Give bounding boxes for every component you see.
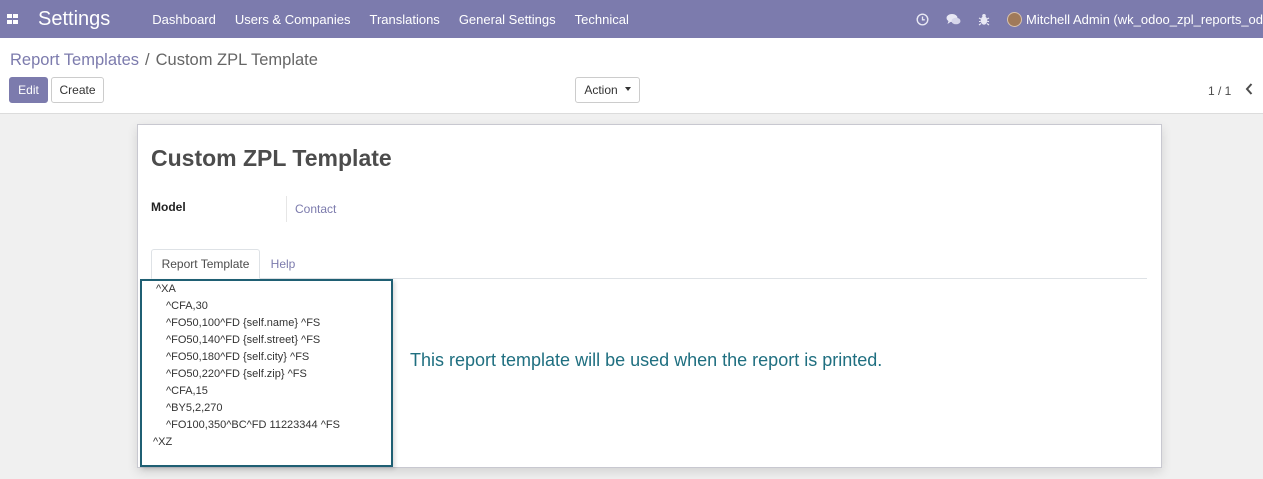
main-menu: Dashboard Users & Companies Translations… xyxy=(152,12,648,27)
model-label: Model xyxy=(151,200,186,214)
chat-icon[interactable] xyxy=(945,11,961,27)
systray: Mitchell Admin (wk_odoo_zpl_reports_odoo… xyxy=(914,0,1263,38)
clock-icon[interactable] xyxy=(914,11,930,27)
report-template-code[interactable]: ^XA ^CFA,30 ^FO50,100^FD {self.name} ^FS… xyxy=(140,279,393,467)
breadcrumb-parent[interactable]: Report Templates xyxy=(10,51,139,69)
form-sheet: Custom ZPL Template Model Contact Report… xyxy=(137,124,1162,468)
caret-down-icon xyxy=(624,87,631,91)
tab-report-template[interactable]: Report Template xyxy=(151,249,260,279)
code-line: ^FO50,140^FD {self.street} ^FS xyxy=(166,334,321,346)
bug-icon[interactable] xyxy=(976,11,992,27)
chevron-left-icon[interactable] xyxy=(1243,82,1255,96)
model-value-link[interactable]: Contact xyxy=(286,196,336,222)
action-label: Action xyxy=(584,83,618,97)
edit-button[interactable]: Edit xyxy=(9,77,48,103)
code-line: ^FO50,220^FD {self.zip} ^FS xyxy=(166,368,307,380)
avatar xyxy=(1007,11,1022,27)
menu-item-users-companies[interactable]: Users & Companies xyxy=(235,12,351,27)
code-line: ^FO100,350^BC^FD 11223344 ^FS xyxy=(166,419,340,431)
menu-item-dashboard[interactable]: Dashboard xyxy=(152,12,216,27)
menu-item-technical[interactable]: Technical xyxy=(575,12,629,27)
pager-value[interactable]: 1 / 1 xyxy=(1208,84,1231,98)
record-title: Custom ZPL Template xyxy=(151,145,392,171)
code-line: ^XA xyxy=(156,283,176,295)
tab-help[interactable]: Help xyxy=(263,249,303,279)
user-name: Mitchell Admin (wk_odoo_zpl_reports_odoo… xyxy=(1026,11,1263,27)
menu-item-general-settings[interactable]: General Settings xyxy=(459,12,556,27)
menu-item-translations[interactable]: Translations xyxy=(369,12,439,27)
breadcrumb: Report Templates / Custom ZPL Template xyxy=(10,51,318,70)
user-menu[interactable]: Mitchell Admin (wk_odoo_zpl_reports_odoo… xyxy=(1007,11,1263,27)
code-line: ^FO50,100^FD {self.name} ^FS xyxy=(166,317,321,329)
annotation-text: This report template will be used when t… xyxy=(410,350,883,370)
apps-icon[interactable] xyxy=(2,0,22,38)
app-title[interactable]: Settings xyxy=(38,8,110,31)
top-navbar: Settings Dashboard Users & Companies Tra… xyxy=(0,0,1263,38)
code-line: ^CFA,15 xyxy=(166,385,208,397)
code-line: ^BY5,2,270 xyxy=(166,402,223,414)
code-line: ^FO50,180^FD {self.city} ^FS xyxy=(166,351,310,363)
action-dropdown[interactable]: Action xyxy=(575,77,640,103)
notebook-tabs: Report Template Help xyxy=(151,249,1147,279)
code-line: ^XZ xyxy=(153,436,173,448)
code-line: ^CFA,30 xyxy=(166,300,208,312)
create-button[interactable]: Create xyxy=(51,77,104,103)
breadcrumb-separator: / xyxy=(145,51,150,69)
breadcrumb-current: Custom ZPL Template xyxy=(155,51,318,69)
control-panel: Report Templates / Custom ZPL Template Edi… xyxy=(0,38,1263,114)
